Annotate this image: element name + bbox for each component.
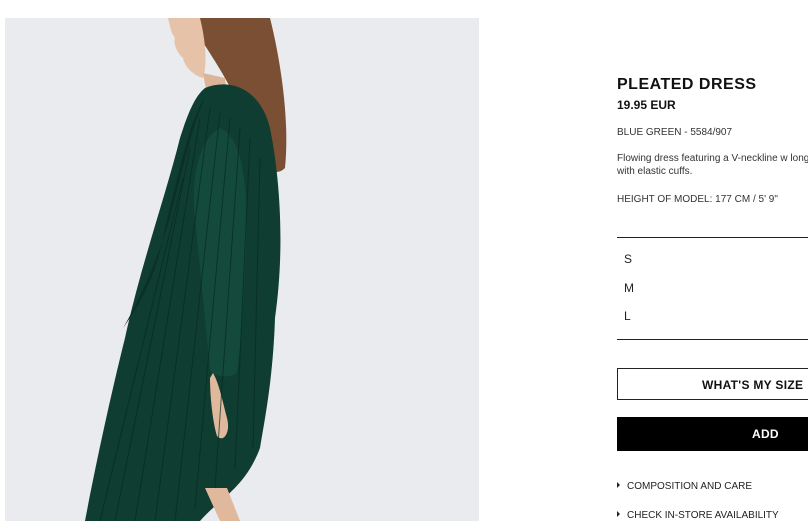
product-title: PLEATED DRESS [617,76,757,93]
size-option-m[interactable]: M [624,281,634,295]
whats-my-size-button[interactable]: WHAT'S MY SIZE [617,368,808,400]
composition-and-care-link[interactable]: COMPOSITION AND CARE [617,481,752,492]
size-option-s[interactable]: S [624,252,632,266]
model-image [5,18,479,521]
product-color-reference: BLUE GREEN - 5584/907 [617,127,733,138]
size-selector: S M L [617,237,808,340]
store-link-label: CHECK IN-STORE AVAILABILITY [627,510,779,521]
add-button-label: ADD [752,427,779,441]
add-to-cart-button[interactable]: ADD [617,417,808,451]
product-photo [5,18,479,521]
product-price: 19.95 EUR [617,98,676,112]
composition-link-label: COMPOSITION AND CARE [627,481,753,492]
check-store-availability-link[interactable]: CHECK IN-STORE AVAILABILITY [617,510,779,521]
triangle-right-icon [617,511,620,517]
product-info-panel: PLEATED DRESS 19.95 EUR BLUE GREEN - 558… [617,0,808,521]
product-description: Flowing dress featuring a V-neckline w l… [617,153,808,177]
model-height: HEIGHT OF MODEL: 177 CM / 5' 9" [617,194,778,205]
size-option-l[interactable]: L [624,309,631,323]
triangle-right-icon [617,482,620,488]
whats-my-size-label: WHAT'S MY SIZE [702,378,804,392]
